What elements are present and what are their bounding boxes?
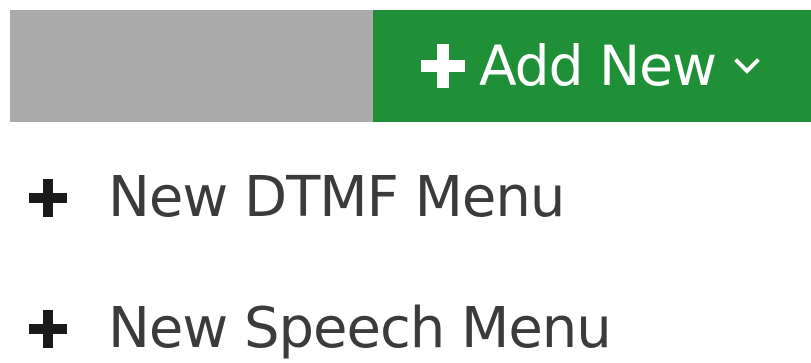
chevron-down-icon	[734, 57, 760, 75]
toolbar-gray-section	[10, 10, 373, 122]
add-new-menu-screen: Add New New DTMF Menu New Speech Menu	[0, 0, 811, 363]
new-speech-menu-item[interactable]: New Speech Menu	[26, 288, 612, 363]
plus-icon	[417, 40, 469, 92]
plus-icon	[26, 176, 70, 220]
new-speech-menu-label: New Speech Menu	[108, 296, 612, 361]
top-toolbar: Add New	[0, 0, 811, 124]
add-new-label: Add New	[479, 33, 717, 98]
new-dtmf-menu-item[interactable]: New DTMF Menu	[26, 157, 565, 239]
plus-icon	[26, 307, 70, 351]
new-dtmf-menu-label: New DTMF Menu	[108, 165, 565, 230]
add-new-button[interactable]: Add New	[373, 10, 811, 122]
